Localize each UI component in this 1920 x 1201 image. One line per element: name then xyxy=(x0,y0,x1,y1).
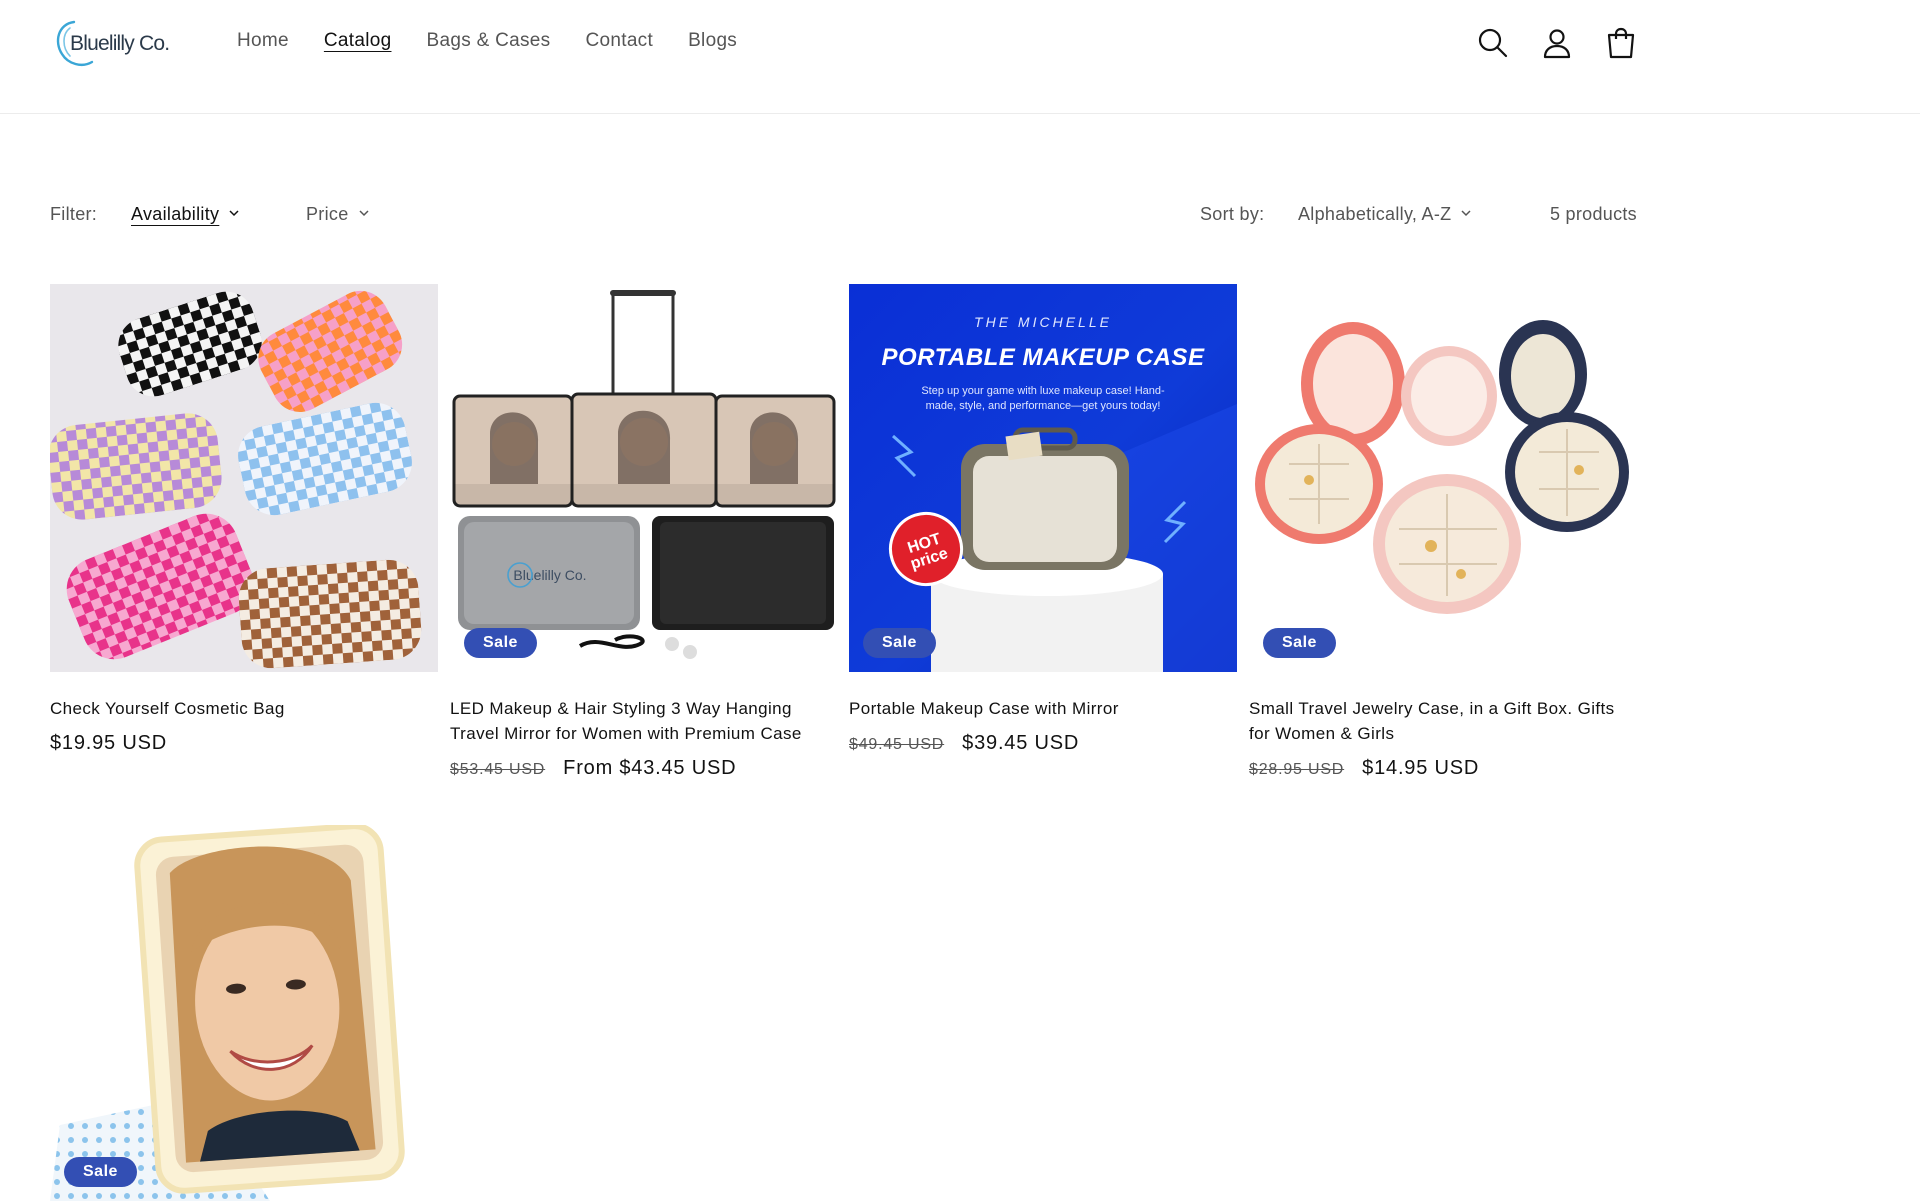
compare-at-price: $28.95 USD xyxy=(1249,761,1345,778)
product-image[interactable]: Sale xyxy=(1249,284,1637,672)
nav-item-contact[interactable]: Contact xyxy=(585,30,653,52)
cosmetic-bags-image xyxy=(50,284,438,672)
sale-badge: Sale xyxy=(863,628,936,658)
product-title[interactable]: LED Makeup & Hair Styling 3 Way Hanging … xyxy=(450,696,838,746)
header-divider xyxy=(0,113,1920,114)
product-card[interactable]: Check Yourself Cosmetic Bag $19.95 USD xyxy=(50,284,438,755)
main-nav: Home Catalog Bags & Cases Contact Blogs xyxy=(237,30,737,52)
product-price-row: $49.45 USD $39.45 USD xyxy=(849,732,1237,755)
product-price: From $43.45 USD xyxy=(563,757,737,779)
product-image[interactable]: THE MICHELLE PORTABLE MAKEUP CASE Step u… xyxy=(849,284,1237,672)
product-image[interactable]: Bluelilly Co. Sale xyxy=(450,284,838,672)
product-price: $39.45 USD xyxy=(962,732,1080,754)
sort-label: Sort by: xyxy=(1200,204,1265,224)
lighted-mirror-image xyxy=(50,825,438,1201)
svg-text:Bluelilly Co.: Bluelilly Co. xyxy=(513,567,586,583)
brand-name: Bluelilly Co. xyxy=(70,32,170,55)
account-icon[interactable] xyxy=(1540,26,1574,60)
product-title[interactable]: Small Travel Jewelry Case, in a Gift Box… xyxy=(1249,696,1637,746)
product-card[interactable]: THE MICHELLE PORTABLE MAKEUP CASE Step u… xyxy=(849,284,1237,755)
product-price-row: $28.95 USD $14.95 USD xyxy=(1249,757,1637,780)
sale-badge: Sale xyxy=(464,628,537,658)
header-actions xyxy=(1476,26,1638,60)
sale-badge: Sale xyxy=(64,1157,137,1187)
chevron-down-icon xyxy=(358,210,369,217)
product-price: $19.95 USD xyxy=(50,732,167,754)
product-count: 5 products xyxy=(1549,204,1637,224)
sort-value: Alphabetically, A-Z xyxy=(1298,204,1452,224)
nav-item-home[interactable]: Home xyxy=(237,30,289,52)
product-card[interactable]: Sale xyxy=(50,825,438,1201)
jewelry-case-image xyxy=(1249,284,1637,672)
product-price-row: $53.45 USD From $43.45 USD xyxy=(450,757,838,780)
price-filter[interactable]: Price xyxy=(306,204,369,225)
product-image[interactable] xyxy=(50,284,438,672)
sort-select[interactable]: Alphabetically, A-Z xyxy=(1298,204,1471,225)
compare-at-price: $49.45 USD xyxy=(849,736,945,753)
product-card[interactable]: Bluelilly Co. Sale LED Makeup & Hair Sty… xyxy=(450,284,838,780)
product-title[interactable]: Portable Makeup Case with Mirror xyxy=(849,696,1237,721)
availability-filter-label: Availability xyxy=(131,204,220,224)
cart-icon[interactable] xyxy=(1604,26,1638,60)
sale-badge: Sale xyxy=(1263,628,1336,658)
product-price-row: $19.95 USD xyxy=(50,732,438,755)
nav-item-blogs[interactable]: Blogs xyxy=(688,30,737,52)
availability-filter[interactable]: Availability xyxy=(131,204,239,225)
product-price: $14.95 USD xyxy=(1362,757,1480,779)
compare-at-price: $53.45 USD xyxy=(450,761,546,778)
product-image[interactable]: Sale xyxy=(50,825,438,1201)
nav-item-catalog[interactable]: Catalog xyxy=(324,30,392,52)
filter-label: Filter: xyxy=(50,204,98,224)
travel-mirror-image: Bluelilly Co. xyxy=(450,284,838,672)
site-header: Bluelilly Co. Home Catalog Bags & Cases … xyxy=(0,0,1920,114)
filter-bar: Filter: Availability Price Sort by: Alph… xyxy=(50,204,1637,232)
product-title[interactable]: Check Yourself Cosmetic Bag xyxy=(50,696,438,721)
product-card[interactable]: Sale Small Travel Jewelry Case, in a Gif… xyxy=(1249,284,1637,780)
chevron-down-icon xyxy=(1461,210,1471,217)
search-icon[interactable] xyxy=(1476,26,1510,60)
makeup-case-image xyxy=(892,404,1237,672)
nav-item-bags-cases[interactable]: Bags & Cases xyxy=(426,30,550,52)
brand-logo[interactable]: Bluelilly Co. xyxy=(52,16,182,72)
price-filter-label: Price xyxy=(306,204,349,224)
chevron-down-icon xyxy=(229,210,239,217)
